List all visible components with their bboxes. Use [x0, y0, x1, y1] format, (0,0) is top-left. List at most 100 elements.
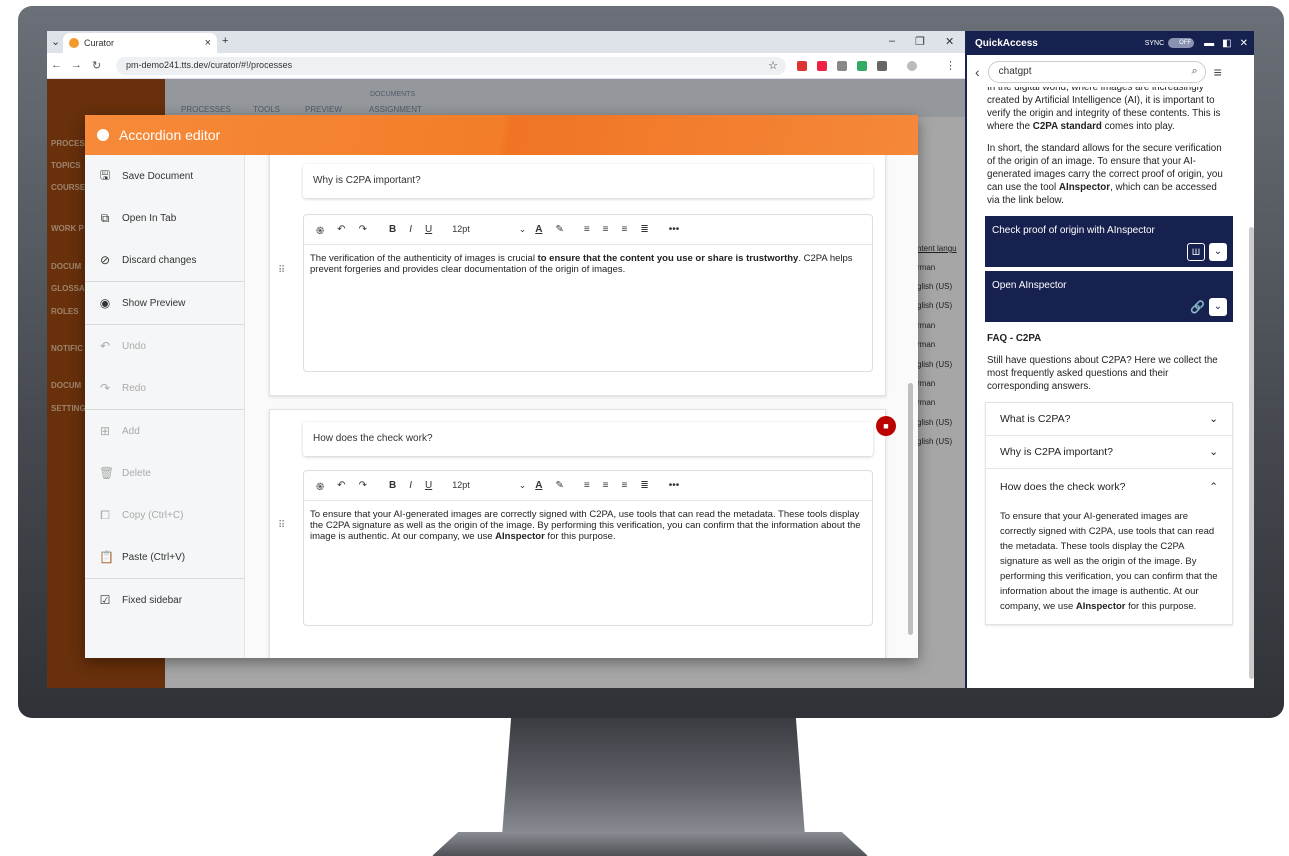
copy-button[interactable]: ⧠ Copy (Ctrl+C) — [85, 494, 244, 536]
add-button[interactable]: ⊞ Add — [85, 410, 244, 452]
font-size-value: 12pt — [452, 480, 470, 490]
highlight-icon[interactable]: ✎ — [555, 224, 563, 235]
editor-toolbar: ֍ ↶ ↷ B I U 12pt ⌄ A ✎ ≡ ≡ ≡ ≣ ••• — [304, 471, 872, 501]
minimize-icon[interactable]: – — [889, 35, 895, 47]
align-left-icon[interactable]: ≡ — [584, 224, 590, 235]
back-icon[interactable]: ‹ — [975, 64, 980, 80]
faq-item[interactable]: What is C2PA? ⌄ — [986, 403, 1232, 436]
new-tab-icon[interactable]: + — [222, 35, 228, 47]
question-text: Why is C2PA important? — [313, 175, 421, 186]
align-center-icon[interactable]: ≡ — [603, 480, 609, 491]
ai-assistant-icon[interactable]: ֍ — [316, 479, 324, 493]
faq-item[interactable]: Why is C2PA important? ⌄ — [986, 436, 1232, 469]
font-size-select[interactable]: 12pt ⌄ — [452, 224, 526, 235]
quickaccess-header: QuickAccess SYNC OFF ▬ ◧ ✕ — [967, 31, 1254, 55]
question-input[interactable]: How does the check work? — [303, 422, 873, 456]
curator-favicon-icon — [69, 38, 79, 48]
button-label: Discard changes — [122, 254, 197, 266]
close-window-icon[interactable]: ✕ — [945, 35, 954, 48]
pocket-icon[interactable] — [817, 61, 827, 71]
paste-button[interactable]: 📋 Paste (Ctrl+V) — [85, 536, 244, 578]
address-bar[interactable]: pm-demo241.tts.dev/curator/#!/processes ☆ — [116, 57, 786, 75]
intro-paragraph: In the digital world, where images are i… — [987, 87, 1231, 133]
bookmark-star-icon[interactable]: ☆ — [768, 59, 778, 72]
tab-search-icon[interactable]: ⌄ — [51, 35, 60, 48]
undo-button[interactable]: ↶ Undo — [85, 325, 244, 367]
font-size-select[interactable]: 12pt ⌄ — [452, 480, 526, 491]
reload-icon[interactable]: ↻ — [92, 59, 101, 72]
tab-title: Curator — [84, 38, 115, 48]
rich-text-editor[interactable]: ֍ ↶ ↷ B I U 12pt ⌄ A ✎ ≡ ≡ ≡ ≣ ••• The ve… — [303, 214, 873, 372]
open-in-tab-button[interactable]: ⧉ Open In Tab — [85, 197, 244, 239]
profile-icon[interactable] — [907, 61, 917, 71]
discard-changes-button[interactable]: ⊘ Discard changes — [85, 239, 244, 281]
faq-item-expanded[interactable]: How does the check work? ⌃ — [986, 469, 1232, 505]
restore-icon[interactable]: ❐ — [915, 35, 925, 48]
chevron-down-icon[interactable]: ⌄ — [1209, 243, 1227, 261]
save-document-button[interactable]: 🖫 Save Document — [85, 155, 244, 197]
redo-icon[interactable]: ↷ — [359, 224, 367, 235]
faq-intro: Still have questions about C2PA? Here we… — [987, 355, 1218, 392]
align-right-icon[interactable]: ≡ — [622, 224, 628, 235]
chevron-down-icon[interactable]: ⌄ — [1209, 298, 1227, 316]
question-input[interactable]: Why is C2PA important? — [303, 164, 873, 198]
highlight-icon[interactable]: ✎ — [555, 480, 563, 491]
browser-tab-bar: ⌄ Curator × + – ❐ ✕ — [47, 31, 965, 53]
more-icon[interactable]: ••• — [669, 480, 680, 491]
rich-text-editor[interactable]: ֍ ↶ ↷ B I U 12pt ⌄ A ✎ ≡ ≡ ≡ ≣ ••• To ens… — [303, 470, 873, 626]
underline-icon[interactable]: U — [425, 224, 432, 235]
extensions-puzzle-icon[interactable] — [877, 61, 887, 71]
close-icon[interactable]: ✕ — [1240, 38, 1248, 49]
check-proof-button[interactable]: Check proof of origin with AInspector Ш ⌄ — [985, 216, 1233, 267]
button-label: Undo — [122, 340, 146, 352]
redo-button[interactable]: ↷ Redo — [85, 367, 244, 409]
hamburger-menu-icon[interactable]: ≡ — [1214, 64, 1222, 80]
redo-icon[interactable]: ↷ — [359, 480, 367, 491]
align-left-icon[interactable]: ≡ — [584, 480, 590, 491]
justify-icon[interactable]: ≣ — [640, 480, 648, 491]
italic-icon[interactable]: I — [409, 480, 412, 491]
undo-icon[interactable]: ↶ — [337, 480, 345, 491]
italic-icon[interactable]: I — [409, 224, 412, 235]
align-right-icon[interactable]: ≡ — [622, 480, 628, 491]
drag-handle-icon[interactable]: ⠿ — [278, 265, 285, 276]
menu-dots-icon[interactable]: ⋮ — [945, 59, 956, 72]
more-icon[interactable]: ••• — [669, 224, 680, 235]
scrollbar[interactable] — [1249, 227, 1254, 679]
justify-icon[interactable]: ≣ — [640, 224, 648, 235]
chevron-down-icon: ⌄ — [1209, 445, 1218, 458]
app-icon: Ш — [1187, 243, 1205, 261]
bold-icon[interactable]: B — [389, 224, 396, 235]
search-icon[interactable]: ⌕ — [1192, 65, 1198, 78]
delete-button[interactable]: 🗑 Delete — [85, 452, 244, 494]
bold-icon[interactable]: B — [389, 480, 396, 491]
font-color-icon[interactable]: A — [535, 224, 542, 235]
delete-item-icon[interactable]: ■ — [876, 416, 896, 436]
close-tab-icon[interactable]: × — [205, 37, 211, 49]
fixed-sidebar-checkbox[interactable]: ☑ Fixed sidebar — [85, 579, 244, 621]
search-input[interactable]: chatgpt ⌕ — [987, 61, 1206, 83]
accordion-item-card: ⠿ Why is C2PA important? ֍ ↶ ↷ B I U 12p… — [269, 155, 886, 396]
font-size-value: 12pt — [452, 224, 470, 234]
back-icon[interactable]: ← — [51, 59, 62, 71]
browser-tab[interactable]: Curator × — [63, 33, 217, 53]
split-icon[interactable]: ◧ — [1222, 38, 1231, 49]
font-color-icon[interactable]: A — [535, 480, 542, 491]
faq-accordion: What is C2PA? ⌄ Why is C2PA important? ⌄ H… — [985, 402, 1233, 625]
open-ainspector-button[interactable]: Open AInspector 🔗 ⌄ — [985, 271, 1233, 322]
extension-icon[interactable] — [857, 61, 867, 71]
align-center-icon[interactable]: ≡ — [603, 224, 609, 235]
drag-handle-icon[interactable]: ⠿ — [278, 520, 285, 531]
scrollbar[interactable] — [908, 383, 913, 635]
show-preview-button[interactable]: ◉ Show Preview — [85, 282, 244, 324]
extension-icon[interactable] — [797, 61, 807, 71]
camera-icon[interactable] — [837, 61, 847, 71]
chevron-down-icon: ⌄ — [518, 480, 527, 490]
sync-toggle[interactable]: OFF — [1168, 38, 1195, 48]
button-label: Open AInspector — [992, 280, 1067, 291]
layout-icon[interactable]: ▬ — [1204, 38, 1214, 49]
ai-assistant-icon[interactable]: ֍ — [316, 223, 324, 237]
undo-icon[interactable]: ↶ — [337, 224, 345, 235]
forward-icon[interactable]: → — [71, 59, 82, 71]
underline-icon[interactable]: U — [425, 480, 432, 491]
